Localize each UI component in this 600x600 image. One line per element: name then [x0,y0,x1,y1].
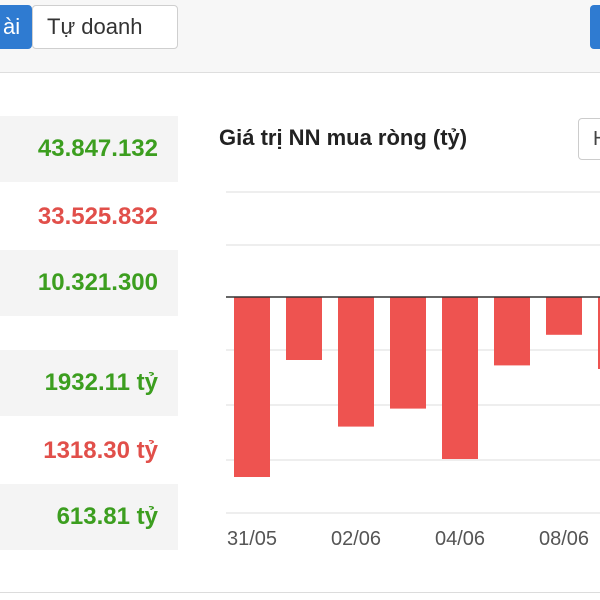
x-tick-label: 02/06 [331,528,381,550]
chart-bar [338,297,374,427]
chart-bar [390,297,426,409]
chart-bar [286,297,322,360]
chart-bar [234,297,270,477]
x-tick-label: 04/06 [435,528,485,550]
x-tick-label: 08/06 [539,528,589,550]
net-buy-chart: 31/05 02/06 04/06 08/06 [226,191,600,550]
x-tick-label: 31/05 [227,528,277,550]
chart-bar [494,297,530,366]
chart-bar [546,297,582,335]
bottom-divider [0,592,600,593]
chart-bar [442,297,478,459]
